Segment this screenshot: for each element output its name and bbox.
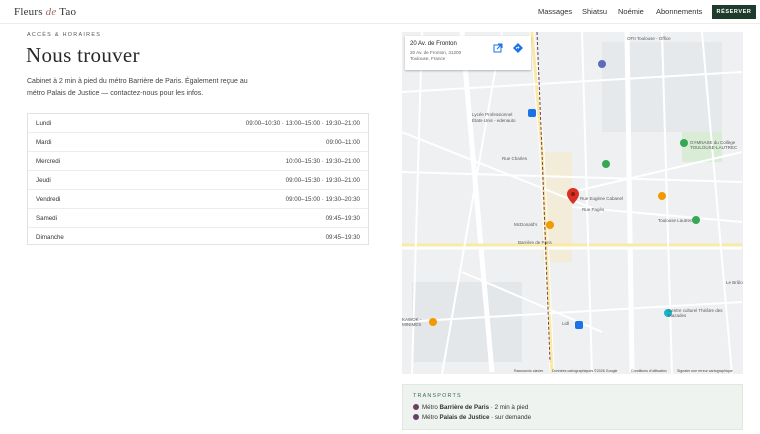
place-address: 20 Av. de Fronton, 31200 Toulouse, Franc… bbox=[410, 50, 462, 61]
map-label: KAWOK - MINIMES bbox=[402, 317, 422, 327]
time-value: 09:00–15:30 · 19:30–21:00 bbox=[285, 177, 360, 184]
map-label: Barrière de Paris bbox=[518, 240, 552, 245]
map-label: Lycée Professionnel bbox=[472, 112, 513, 117]
restaurant-marker-icon[interactable] bbox=[658, 192, 666, 200]
station-name: Palais de Justice bbox=[439, 414, 490, 421]
hours-row: Lundi 09:00–10:30 · 13:00–15:00 · 19:30–2… bbox=[28, 114, 368, 133]
map-footer-shortcuts[interactable]: Raccourcis clavier bbox=[514, 369, 543, 373]
transport-suffix: · sur demande bbox=[489, 414, 532, 421]
hours-row: Jeudi 09:00–15:30 · 19:30–21:00 bbox=[28, 171, 368, 190]
map-label: OFII Toulouse - Office bbox=[627, 36, 671, 41]
transports-panel: TRANSPORTS Métro Barrière de Paris · 2 m… bbox=[402, 384, 743, 430]
map-footer-terms[interactable]: Conditions d'utilisation bbox=[631, 369, 667, 373]
nav-massages[interactable]: Massages bbox=[538, 7, 572, 16]
place-marker-icon[interactable] bbox=[598, 60, 606, 68]
station-name: Barrière de Paris bbox=[439, 404, 490, 411]
map-label: Rue Eugène Cabanel bbox=[580, 196, 624, 201]
time-value: 09:00–10:30 · 13:00–15:00 · 19:30–21:00 bbox=[245, 120, 360, 127]
directions-icon[interactable] bbox=[513, 43, 523, 53]
page-title: Nous trouver bbox=[26, 43, 140, 67]
map-label: Rue Charles bbox=[502, 156, 528, 161]
metro-icon bbox=[413, 404, 419, 410]
time-value: 09:00–11:00 bbox=[326, 139, 360, 146]
hours-row: Samedi 09:45–19:30 bbox=[28, 209, 368, 228]
hours-row: Mercredi 10:00–15:30 · 19:30–21:00 bbox=[28, 152, 368, 171]
transport-line: Métro Barrière de Paris · 2 min à pied bbox=[413, 404, 528, 411]
map-footer-report[interactable]: Signaler une erreur cartographique bbox=[677, 369, 733, 373]
location-pin-icon[interactable] bbox=[567, 188, 579, 204]
school-marker-icon[interactable] bbox=[680, 139, 688, 147]
map-label: GYMNASE du Collège TOULOUSE-LAUTREC bbox=[690, 140, 738, 150]
map-label: McDonald's bbox=[514, 222, 538, 227]
nav-noemie[interactable]: Noémie bbox=[618, 7, 644, 16]
day-label: Vendredi bbox=[36, 196, 61, 203]
school-marker-icon[interactable] bbox=[692, 216, 700, 224]
day-label: Dimanche bbox=[36, 234, 64, 241]
time-value: 09:45–19:30 bbox=[325, 215, 360, 222]
map-label: Lidl bbox=[562, 321, 570, 326]
section-eyebrow: ACCÈS & HORAIRES bbox=[27, 32, 102, 38]
nav-abonnements[interactable]: Abonnements bbox=[656, 7, 702, 16]
map-footer-data: Données cartographiques ©2026 Google bbox=[552, 369, 618, 373]
logo-text-3: Tao bbox=[56, 6, 77, 18]
restaurant-marker-icon[interactable] bbox=[546, 221, 554, 229]
top-navigation: Fleurs de Tao Massages Shiatsu Noémie Ab… bbox=[0, 0, 760, 24]
map-place-card: 20 Av. de Fronton 20 Av. de Fronton, 312… bbox=[405, 36, 531, 70]
metro-icon bbox=[413, 414, 419, 420]
day-label: Samedi bbox=[36, 215, 57, 222]
time-value: 09:00–15:00 · 19:30–20:30 bbox=[285, 196, 360, 203]
day-label: Mercredi bbox=[36, 158, 61, 165]
time-value: 09:45–19:30 bbox=[325, 234, 360, 241]
place-marker-icon[interactable] bbox=[602, 160, 610, 168]
site-logo[interactable]: Fleurs de Tao bbox=[14, 6, 76, 18]
map-label: Centre culturel Théâtre des Mazades bbox=[668, 308, 723, 318]
reserve-button[interactable]: RÉSERVER bbox=[712, 5, 756, 19]
opening-hours-table: Lundi 09:00–10:30 · 13:00–15:00 · 19:30–2… bbox=[27, 113, 369, 245]
transit-marker-icon[interactable] bbox=[575, 321, 583, 329]
day-label: Mardi bbox=[36, 139, 52, 146]
map-label: États-Unis - edenauto bbox=[472, 118, 516, 123]
transport-suffix: · 2 min à pied bbox=[489, 404, 529, 411]
transit-marker-icon[interactable] bbox=[528, 109, 536, 117]
map-label: Toulouse Lautrec bbox=[658, 218, 693, 223]
intro-text: Cabinet à 2 min à pied du métro Barrière… bbox=[27, 78, 248, 97]
map-label: Rue Pagès bbox=[582, 207, 605, 212]
logo-text-2: de bbox=[45, 6, 57, 18]
nav-shiatsu[interactable]: Shiatsu bbox=[582, 7, 607, 16]
open-in-maps-icon[interactable] bbox=[493, 43, 503, 53]
map-label: Le Brûlo bbox=[726, 280, 743, 285]
transport-prefix: Métro bbox=[422, 404, 440, 411]
transport-line: Métro Palais de Justice · sur demande bbox=[413, 414, 531, 421]
hours-row: Mardi 09:00–11:00 bbox=[28, 133, 368, 152]
hours-row: Vendredi 09:00–15:00 · 19:30–20:30 bbox=[28, 190, 368, 209]
day-label: Jeudi bbox=[36, 177, 51, 184]
hours-row: Dimanche 09:45–19:30 bbox=[28, 228, 368, 247]
logo-text-1: Fleurs bbox=[14, 6, 46, 18]
time-value: 10:00–15:30 · 19:30–21:00 bbox=[285, 158, 360, 165]
transport-prefix: Métro bbox=[422, 414, 440, 421]
transports-title: TRANSPORTS bbox=[413, 393, 462, 399]
embedded-map[interactable]: OFII Toulouse - Office Lycée Professionn… bbox=[402, 32, 743, 374]
day-label: Lundi bbox=[36, 120, 52, 127]
place-title: 20 Av. de Fronton bbox=[410, 41, 457, 47]
